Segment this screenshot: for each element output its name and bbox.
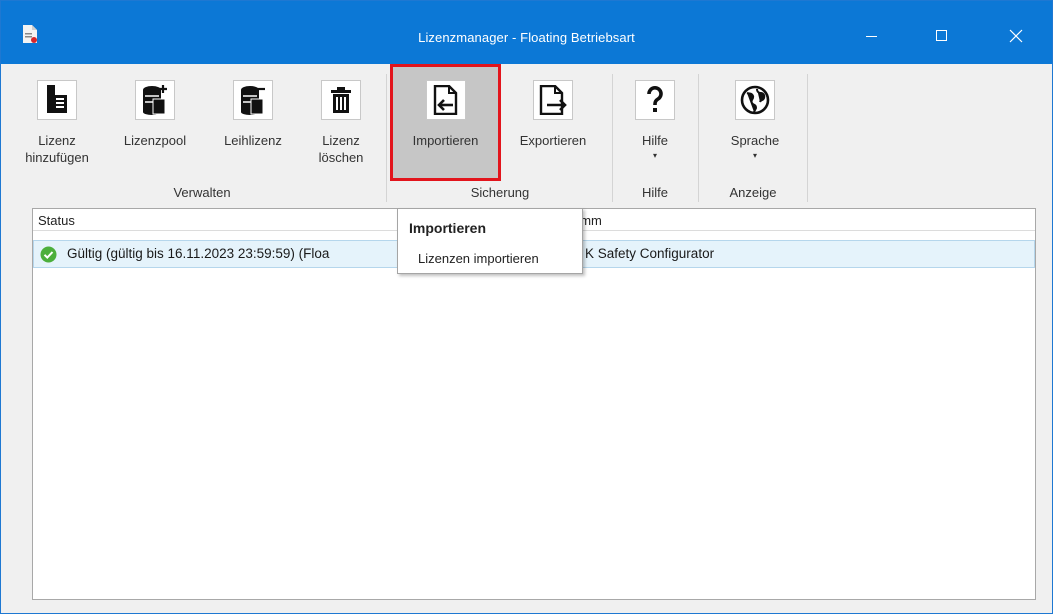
tooltip-title: Importieren: [409, 220, 487, 236]
lizenz-hinzufuegen-label-2: hinzufügen: [25, 150, 89, 165]
exportieren-label: Exportieren: [519, 133, 587, 148]
group-separator: [698, 74, 699, 202]
program-cell: K Safety Configurator: [585, 246, 715, 261]
close-icon: [1009, 29, 1023, 43]
group-label-sicherung: Sicherung: [470, 185, 530, 200]
leihlizenz-label: Leihlizenz: [224, 133, 282, 148]
trash-icon: [321, 80, 361, 120]
tooltip-text: Lizenzen importieren: [418, 251, 539, 266]
exportieren-button[interactable]: Exportieren: [503, 64, 603, 180]
leihlizenz-button[interactable]: Leihlizenz: [219, 64, 287, 180]
group-separator: [386, 74, 387, 202]
close-button[interactable]: [993, 21, 1039, 51]
column-header-status[interactable]: Status: [38, 213, 75, 228]
chevron-down-icon: ▾: [652, 151, 657, 160]
import-tooltip: Importieren Lizenzen importieren: [397, 208, 583, 274]
maximize-icon: [936, 30, 947, 41]
check-circle-icon: [40, 246, 57, 263]
lizenz-hinzufuegen-label-1: Lizenz: [38, 133, 76, 148]
question-mark-icon: [635, 80, 675, 120]
lizenzpool-label: Lizenzpool: [123, 133, 187, 148]
export-icon: [533, 80, 573, 120]
borrow-license-icon: [233, 80, 273, 120]
chevron-down-icon: ▾: [752, 151, 757, 160]
group-label-hilfe: Hilfe: [641, 185, 668, 200]
lizenz-hinzufuegen-button[interactable]: Lizenz hinzufügen: [25, 64, 89, 180]
add-license-icon: [37, 80, 77, 120]
group-separator: [612, 74, 613, 202]
ribbon-toolbar: Lizenz hinzufügen Lizenzpool Leihlizenz …: [1, 64, 1052, 206]
lizenz-loeschen-label-1: Lizenz: [322, 133, 360, 148]
minimize-button[interactable]: [849, 21, 895, 51]
hilfe-button[interactable]: Hilfe ▾: [625, 64, 685, 180]
lizenz-loeschen-label-2: löschen: [318, 150, 364, 165]
minimize-icon: [866, 36, 877, 37]
lizenzpool-button[interactable]: Lizenzpool: [123, 64, 187, 180]
title-bar[interactable]: Lizenzmanager - Floating Betriebsart: [1, 1, 1052, 64]
globe-icon: [735, 80, 775, 120]
group-separator: [807, 74, 808, 202]
lizenz-loeschen-button[interactable]: Lizenz löschen: [311, 64, 371, 180]
import-highlight-frame: [390, 64, 501, 181]
maximize-button[interactable]: [919, 21, 965, 51]
sprache-label: Sprache: [730, 133, 780, 148]
license-pool-icon: [135, 80, 175, 120]
status-cell: Gültig (gültig bis 16.11.2023 23:59:59) …: [67, 246, 330, 261]
lizenzmanager-window: Lizenzmanager - Floating Betriebsart Liz…: [0, 0, 1053, 614]
hilfe-label: Hilfe: [641, 133, 668, 148]
sprache-button[interactable]: Sprache ▾: [713, 64, 797, 180]
group-label-verwalten: Verwalten: [173, 185, 231, 200]
group-label-anzeige: Anzeige: [729, 185, 777, 200]
